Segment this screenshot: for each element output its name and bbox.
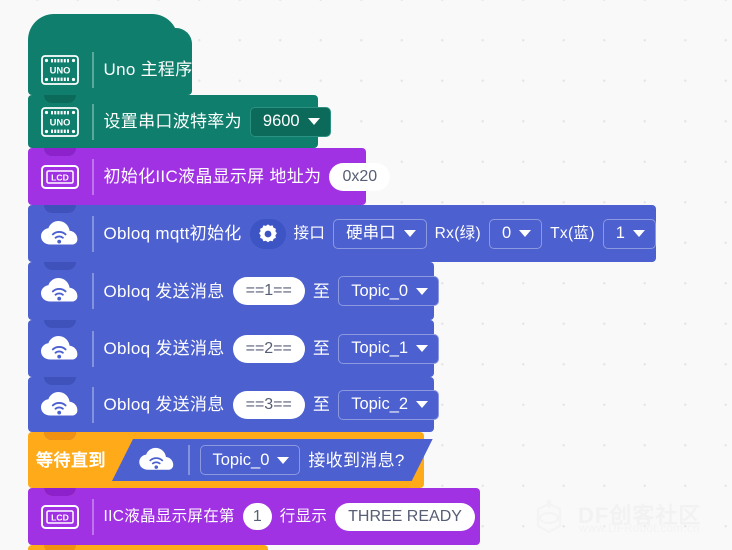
block-top-notch [44, 545, 76, 550]
icon-divider [92, 51, 94, 88]
svg-text:LCD: LCD [51, 512, 69, 522]
cloud-wifi-icon [38, 377, 82, 432]
topic-value: Topic_0 [351, 281, 409, 300]
chevron-down-icon [277, 457, 289, 464]
block-obloq-mqtt-init[interactable]: Obloq mqtt初始化 接口 硬串口 Rx(绿) 0 Tx(蓝) 1 [28, 205, 656, 270]
svg-text:UNO: UNO [50, 116, 71, 127]
block-label-before: IIC液晶显示屏在第 [103, 507, 235, 525]
chevron-down-icon [416, 345, 429, 352]
lcd-address-input[interactable]: 0x20 [329, 162, 391, 191]
chevron-down-icon [416, 287, 429, 295]
rx-pin-value: 0 [501, 224, 512, 243]
block-label: Obloq 发送消息 [103, 339, 225, 358]
baudrate-value: 9600 [262, 112, 300, 131]
icon-divider [92, 273, 94, 309]
block-obloq-send-1[interactable]: Obloq 发送消息 ==1== 至 Topic_0 [28, 262, 440, 328]
to-label: 至 [312, 395, 331, 414]
topic-dropdown[interactable]: Topic_2 [338, 389, 440, 420]
dfrobot-logo-icon [536, 499, 562, 534]
block-wait-until[interactable]: 等待直到 Topic_0 接收到消息? [28, 432, 424, 496]
tx-pin-value: 1 [615, 224, 625, 243]
blockly-workspace[interactable]: DF创客社区 www.DFRobot.com.cn UNO Uno 主程序 UN… [0, 0, 732, 550]
topic-value: Topic_2 [351, 395, 409, 414]
lcd-address-value: 0x20 [342, 167, 378, 185]
chevron-down-icon [416, 401, 429, 408]
line-number-value: 1 [252, 507, 262, 525]
lcd-screen-icon: LCD [38, 148, 82, 205]
watermark: DF创客社区 www.DFRobot.com.cn [516, 492, 726, 548]
watermark-text: DF创客社区 [578, 503, 702, 528]
condition-label: 接收到消息? [308, 450, 405, 470]
baudrate-dropdown[interactable]: 9600 [249, 106, 331, 137]
icon-divider [92, 498, 94, 535]
chevron-down-icon [403, 230, 416, 237]
interface-label: 接口 [293, 224, 326, 242]
cloud-wifi-icon [38, 320, 82, 377]
cloud-wifi-icon [38, 262, 82, 320]
rx-label: Rx(绿) [434, 224, 481, 242]
block-uno-main-program[interactable]: UNO Uno 主程序 [28, 14, 193, 103]
topic-value: Topic_1 [351, 339, 409, 358]
message-input[interactable]: ==2== [232, 334, 305, 363]
icon-divider [188, 445, 190, 475]
icon-divider [92, 330, 94, 367]
block-label: 等待直到 [36, 450, 106, 470]
chevron-down-icon [632, 230, 645, 237]
block-label: 初始化IIC液晶显示屏 地址为 [103, 167, 322, 186]
lcd-screen-icon: LCD [38, 488, 82, 545]
message-input[interactable]: ==1== [232, 277, 305, 305]
block-label: Obloq 发送消息 [103, 395, 225, 414]
icon-divider [92, 215, 94, 252]
rx-pin-dropdown[interactable]: 0 [488, 218, 543, 249]
topic-value: Topic_0 [212, 450, 270, 469]
cloud-wifi-icon [38, 205, 82, 262]
icon-divider [92, 386, 94, 423]
display-content-value: THREE READY [348, 507, 462, 525]
message-input[interactable]: ==3== [232, 390, 305, 419]
tx-label: Tx(蓝) [550, 224, 595, 242]
message-value: ==3== [245, 395, 292, 413]
block-label: 设置串口波特率为 [103, 112, 242, 131]
block-init-iic-lcd[interactable]: LCD 初始化IIC液晶显示屏 地址为 0x20 [28, 148, 391, 213]
arduino-uno-board-icon: UNO [38, 36, 82, 103]
tx-pin-dropdown[interactable]: 1 [602, 218, 656, 249]
chevron-down-icon [519, 230, 532, 237]
topic-dropdown[interactable]: Topic_0 [200, 445, 301, 475]
display-content-input[interactable]: THREE READY [335, 502, 475, 531]
boolean-obloq-message-received[interactable]: Topic_0 接收到消息? [112, 439, 433, 481]
icon-divider [92, 158, 94, 195]
cloud-wifi-icon [136, 446, 178, 474]
gear-icon[interactable] [249, 218, 286, 249]
block-lcd-display-line[interactable]: LCD IIC液晶显示屏在第 1 行显示 THREE READY [28, 488, 480, 545]
topic-dropdown[interactable]: Topic_1 [338, 333, 440, 364]
topic-dropdown[interactable]: Topic_0 [338, 276, 440, 306]
block-next-partial[interactable] [28, 545, 268, 550]
block-label: Obloq mqtt初始化 [103, 224, 242, 243]
block-label-after: 行显示 [279, 507, 328, 525]
block-label: Obloq 发送消息 [103, 281, 225, 301]
chevron-down-icon [307, 118, 320, 125]
to-label: 至 [312, 281, 331, 301]
icon-divider [92, 103, 94, 140]
block-label: Uno 主程序 [103, 60, 193, 79]
arduino-uno-board-icon: UNO [38, 95, 82, 148]
interface-value: 硬串口 [346, 224, 396, 243]
line-number-input[interactable]: 1 [242, 503, 272, 530]
to-label: 至 [312, 339, 331, 358]
block-obloq-send-3[interactable]: Obloq 发送消息 ==3== 至 Topic_2 [28, 377, 440, 440]
block-obloq-send-2[interactable]: Obloq 发送消息 ==2== 至 Topic_1 [28, 320, 440, 385]
message-value: ==1== [245, 282, 292, 299]
svg-text:UNO: UNO [50, 64, 71, 75]
block-set-serial-baudrate[interactable]: UNO 设置串口波特率为 9600 [28, 95, 331, 156]
svg-text:LCD: LCD [51, 172, 69, 182]
message-value: ==2== [245, 339, 292, 357]
watermark-url: www.DFRobot.com.cn [579, 523, 700, 535]
interface-dropdown[interactable]: 硬串口 [333, 218, 427, 249]
